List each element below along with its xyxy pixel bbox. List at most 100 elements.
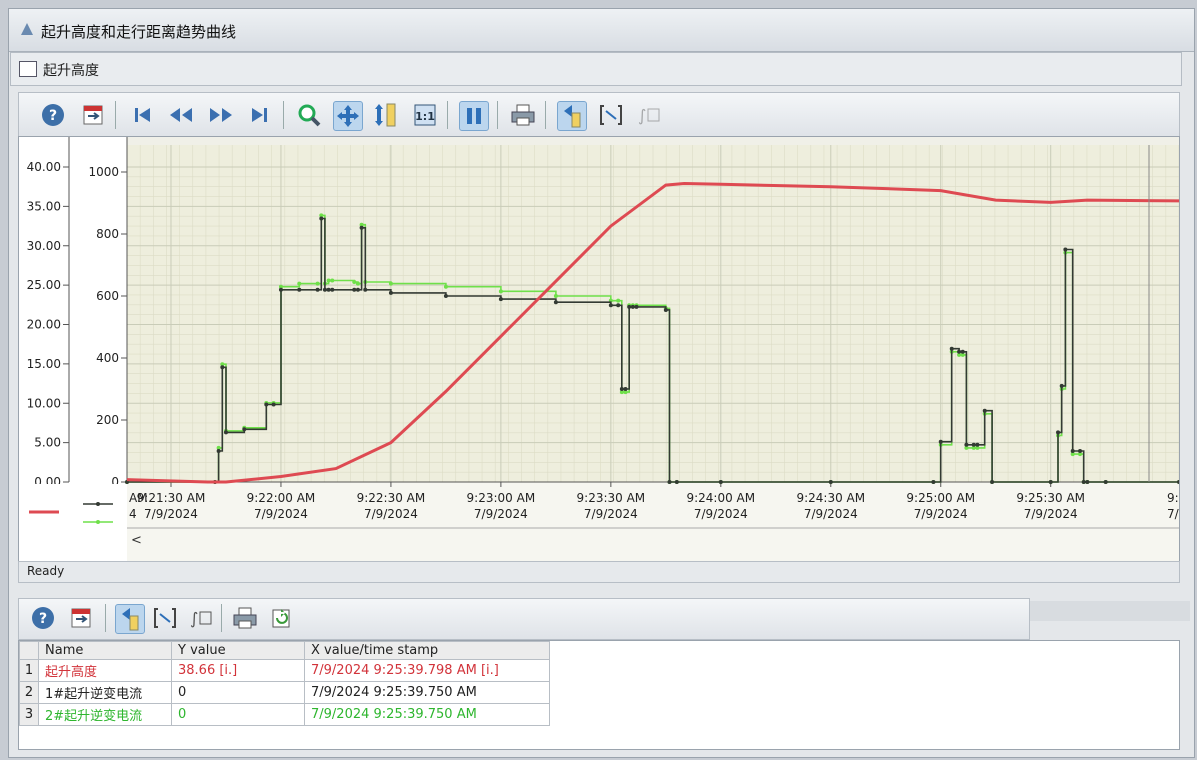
x-axis-tick-label: 9:23:00 AM: [467, 491, 536, 505]
svg-text:∫: ∫: [638, 106, 646, 125]
left-axis-tick-label: 35.00: [27, 199, 61, 213]
left-axis-tick-label: 40.00: [27, 160, 61, 174]
series-current-2-point: [443, 284, 448, 289]
legend-panel: [19, 484, 127, 562]
series-current-2-point: [326, 278, 331, 283]
right-axis-tick-label: 400: [96, 351, 119, 365]
help-icon[interactable]: ?: [39, 101, 67, 129]
table-select-range-icon[interactable]: [151, 604, 179, 632]
table-ruler-icon[interactable]: [115, 604, 145, 634]
series-current-1-point: [971, 442, 976, 447]
x-axis-tick-date: 7/9/2024: [914, 507, 968, 521]
x-axis-tick-label-cut-left: AM: [129, 491, 148, 505]
series-current-2-point: [553, 294, 558, 298]
row-x-value: 7/9/2024 9:25:39.798 AM [i.]: [304, 659, 550, 682]
series-current-1-point: [718, 480, 723, 484]
svg-text:?: ?: [39, 611, 47, 627]
series-current-1-point: [608, 303, 613, 308]
series-current-1-point: [388, 290, 393, 295]
print-icon[interactable]: [509, 101, 537, 129]
column-header-y-value[interactable]: Y value: [171, 641, 305, 660]
table-print-icon[interactable]: [231, 604, 259, 632]
move-icon[interactable]: [333, 101, 363, 131]
series-current-1-point: [616, 303, 621, 308]
series-current-2-point: [297, 281, 302, 286]
left-axis-tick-label: 30.00: [27, 239, 61, 253]
select-range-icon[interactable]: [597, 101, 625, 129]
right-axis-tick-label: 200: [96, 413, 119, 427]
series-current-1-point: [828, 480, 833, 484]
table-header-row: Name Y value X value/time stamp: [19, 641, 550, 660]
series-current-1-point: [1063, 247, 1068, 252]
table-row[interactable]: 2 1#起升逆变电流 0 7/9/2024 9:25:39.750 AM: [19, 681, 550, 704]
column-header-name[interactable]: Name: [38, 641, 172, 660]
zoom-icon[interactable]: [295, 101, 323, 129]
series-current-1-point: [220, 365, 225, 370]
right-axis-tick-label: 1000: [88, 165, 119, 179]
panel-title: 起升高度: [43, 63, 99, 79]
column-header-x-value[interactable]: X value/time stamp: [304, 641, 550, 660]
window-title: 起升高度和走行距离趋势曲线: [41, 23, 237, 41]
row-name: 2#起升逆变电流: [38, 703, 172, 726]
export-icon[interactable]: [267, 604, 295, 632]
series-current-1-point: [1085, 480, 1090, 484]
table-statistics-icon[interactable]: ∫: [187, 604, 215, 632]
trend-toolbar: ? 1:1 ∫: [18, 92, 1180, 138]
series-current-1-point: [315, 287, 320, 292]
corner-cell: [19, 641, 39, 660]
series-current-1-point: [330, 287, 335, 292]
series-current-1-point: [990, 480, 995, 484]
table-config-icon[interactable]: [67, 604, 95, 632]
series-current-1-point: [1048, 480, 1053, 484]
series-current-1-point: [949, 346, 954, 351]
series-current-1-point: [271, 402, 276, 407]
x-axis-tick-date: 7/9/2024: [364, 507, 418, 521]
original-size-icon[interactable]: 1:1: [411, 101, 439, 129]
svg-text:?: ?: [49, 108, 57, 124]
next-icon[interactable]: [207, 101, 235, 129]
config-icon[interactable]: [79, 101, 107, 129]
series-current-1-point: [982, 408, 987, 413]
x-axis-tick-label-cut-right: 9:26: [1167, 491, 1179, 505]
x-axis-tick-label: 9:24:00 AM: [686, 491, 755, 505]
pause-icon[interactable]: [459, 101, 489, 131]
left-axis-tick-label: 5.00: [34, 436, 61, 450]
series-current-1-point: [1059, 383, 1064, 388]
series-current-1-point: [242, 427, 247, 432]
table-row[interactable]: 3 2#起升逆变电流 0 7/9/2024 9:25:39.750 AM: [19, 703, 550, 726]
legend-marker-current1: [96, 502, 100, 506]
status-bar: Ready: [18, 561, 1180, 583]
series-current-1-point: [975, 442, 980, 447]
series-current-1-point: [957, 349, 962, 354]
series-current-1-point: [964, 442, 969, 447]
last-icon[interactable]: [245, 101, 273, 129]
horizontal-scrollbar[interactable]: [1030, 601, 1190, 621]
x-axis-tick-label: 9:23:30 AM: [577, 491, 646, 505]
series-current-2-point: [315, 281, 320, 286]
row-number: 1: [19, 659, 39, 682]
series-current-1-point: [278, 287, 283, 292]
left-axis-tick-label: 25.00: [27, 278, 61, 292]
move-axis-icon[interactable]: [371, 101, 399, 129]
right-axis-tick-label: 600: [96, 289, 119, 303]
ruler-icon[interactable]: [557, 101, 587, 131]
series-current-2-point: [388, 281, 393, 286]
row-y-value: 38.66 [i.]: [171, 659, 305, 682]
series-current-1-point: [498, 297, 503, 302]
title-bar: 起升高度和走行距离趋势曲线: [9, 9, 1194, 52]
scroll-left-arrow: <: [131, 533, 142, 548]
table-help-icon[interactable]: ?: [29, 604, 57, 632]
series-current-1-point: [960, 349, 965, 354]
x-axis-tick-label: 9:24:30 AM: [796, 491, 865, 505]
prev-icon[interactable]: [167, 101, 195, 129]
series-current-1-point: [326, 287, 331, 292]
series-current-1-point: [319, 216, 324, 221]
statistics-icon[interactable]: ∫: [635, 101, 663, 129]
series-current-1-point: [553, 300, 558, 305]
first-icon[interactable]: [129, 101, 157, 129]
trend-chart[interactable]: 40.00 35.00 30.00 25.00 20.00 15.00 10.00 5.00 0…: [18, 136, 1194, 563]
series-current-1-point: [1056, 430, 1061, 435]
x-axis-tick-date: 7/9/2024: [694, 507, 748, 521]
series-current-1-point: [667, 480, 672, 484]
table-row[interactable]: 1 起升高度 38.66 [i.] 7/9/2024 9:25:39.798 A…: [19, 659, 550, 682]
